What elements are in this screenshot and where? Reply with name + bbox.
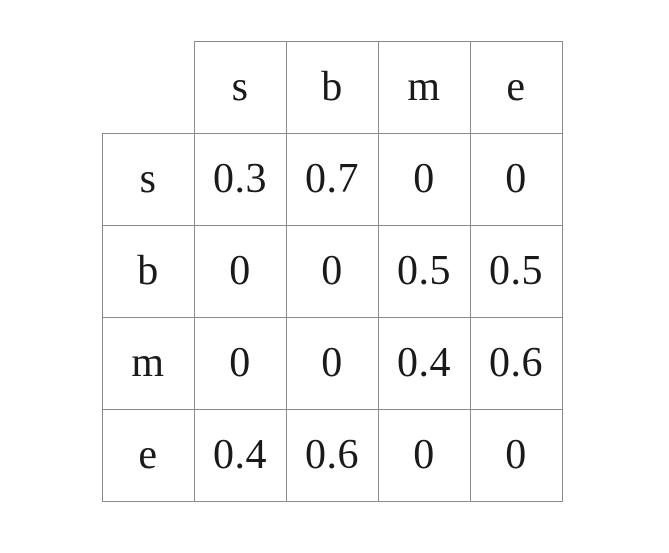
- table-cell: 0.3: [193, 132, 287, 226]
- table-cell: 0.6: [285, 408, 379, 502]
- table-cell: 0.5: [377, 224, 471, 318]
- table-cell: 0.4: [193, 408, 287, 502]
- table-cell: 0.5: [469, 224, 563, 318]
- row-header: m: [101, 316, 195, 410]
- table-cell: 0.6: [469, 316, 563, 410]
- transition-matrix-table: s b m e s 0.3 0.7 0 0 b 0 0 0.5 0.5 m 0 …: [101, 40, 563, 502]
- column-header: m: [377, 40, 471, 134]
- row-header: s: [101, 132, 195, 226]
- row-header: b: [101, 224, 195, 318]
- table-cell: 0: [377, 408, 471, 502]
- column-header: b: [285, 40, 379, 134]
- table-cell: 0: [285, 316, 379, 410]
- empty-corner-cell: [102, 41, 194, 133]
- column-header: s: [193, 40, 287, 134]
- table-cell: 0: [377, 132, 471, 226]
- table-cell: 0.4: [377, 316, 471, 410]
- table-cell: 0.7: [285, 132, 379, 226]
- row-header: e: [101, 408, 195, 502]
- column-header: e: [469, 40, 563, 134]
- table-cell: 0: [469, 132, 563, 226]
- table-cell: 0: [469, 408, 563, 502]
- table-cell: 0: [193, 224, 287, 318]
- table-cell: 0: [193, 316, 287, 410]
- table-cell: 0: [285, 224, 379, 318]
